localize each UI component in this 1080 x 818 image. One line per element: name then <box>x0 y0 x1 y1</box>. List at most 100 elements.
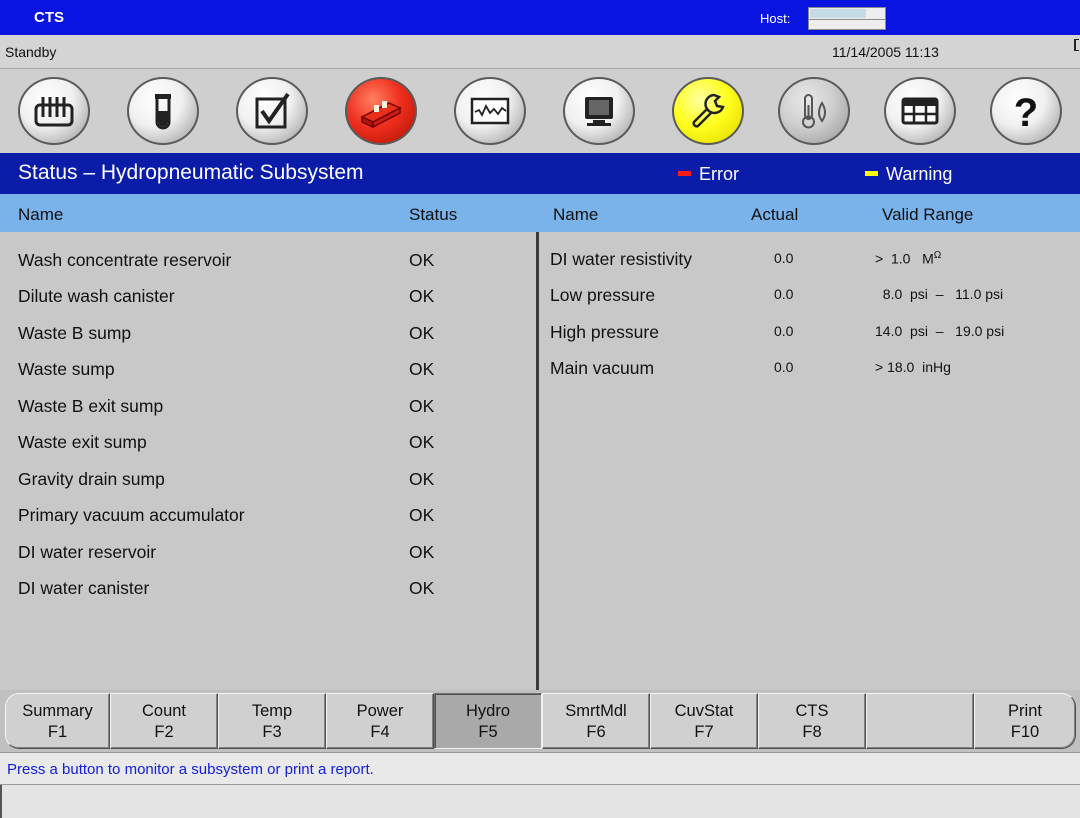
measurement-actual: 0.0 <box>774 286 794 302</box>
temp-f3-button[interactable]: Temp F3 <box>218 693 326 749</box>
component-status: OK <box>409 250 435 270</box>
fkey-label: Power <box>356 702 404 720</box>
power-f4-button[interactable]: Power F4 <box>326 693 434 749</box>
quality-control-button[interactable] <box>454 77 526 145</box>
message-area <box>0 785 1080 818</box>
hint-text: Press a button to monitor a subsystem or… <box>7 761 374 778</box>
fkey-key: F3 <box>262 723 282 741</box>
help-button[interactable]: ? <box>990 77 1062 145</box>
measurement-name: Main vacuum <box>550 358 655 378</box>
error-swatch <box>678 171 691 177</box>
list-item: Gravity drain sump OK <box>0 465 536 495</box>
col-name-right: Name <box>553 205 599 224</box>
status-line: Standby 11/14/2005 11:13 <box>0 35 1080 69</box>
measurement-range: 14.0 psi – 19.0 psi <box>875 323 1005 339</box>
hint-bar: Press a button to monitor a subsystem or… <box>0 752 1080 785</box>
measurement-list: DI water resistivity 0.0 > 1.0 MΩ Low pr… <box>539 232 1080 690</box>
fkey-label: Print <box>1008 702 1042 720</box>
edge-bracket <box>1074 39 1079 51</box>
fkey-label: SmrtMdl <box>565 702 627 720</box>
fkey-key: F2 <box>154 723 174 741</box>
smrtmdl-f6-button[interactable]: SmrtMdl F6 <box>542 693 650 749</box>
hydro-f5-button[interactable]: Hydro F5 <box>434 693 542 749</box>
system-mode: Standby <box>5 44 57 60</box>
component-status: OK <box>409 396 435 416</box>
app-title: CTS <box>34 9 64 26</box>
count-f2-button[interactable]: Count F2 <box>110 693 218 749</box>
legend-warning: Warning <box>865 164 952 185</box>
monitor-icon <box>585 97 613 126</box>
host-indicator-divider <box>809 19 885 20</box>
title-bar: CTS Host: <box>0 0 1080 35</box>
component-status: OK <box>409 542 435 562</box>
host-indicator <box>808 7 886 30</box>
setup-button[interactable] <box>884 77 956 145</box>
fkey-key: F10 <box>1010 723 1040 741</box>
column-headers: Name Status Name Actual Valid Range <box>0 194 1080 232</box>
component-name: Waste sump <box>18 359 115 379</box>
diagnostics-button[interactable] <box>672 77 744 145</box>
measurement-range: > 18.0 inHg <box>875 359 951 375</box>
component-name: DI water reservoir <box>18 542 157 562</box>
host-label: Host: <box>760 11 791 26</box>
display-button[interactable] <box>563 77 635 145</box>
list-item: Dilute wash canister OK <box>0 282 536 312</box>
measurement-actual: 0.0 <box>774 250 794 266</box>
legend-error: Error <box>678 164 739 185</box>
col-valid-range: Valid Range <box>882 205 974 224</box>
measurement-name: DI water resistivity <box>550 249 692 269</box>
sample-tube-button[interactable] <box>127 77 199 145</box>
list-item: DI water canister OK <box>0 574 536 604</box>
measurement-range: 8.0 psi – 11.0 psi <box>875 286 1004 302</box>
measurement-range: > 1.0 MΩ <box>875 250 941 267</box>
table-row: Main vacuum 0.0 > 18.0 inHg <box>539 353 1080 383</box>
fkey-key: F6 <box>586 723 606 741</box>
fkey-label: Hydro <box>465 702 510 720</box>
fkey-key: F5 <box>478 723 498 741</box>
table-row: Low pressure 0.0 8.0 psi – 11.0 psi <box>539 280 1080 310</box>
reagent-icon <box>360 101 402 129</box>
list-item: Waste sump OK <box>0 355 536 385</box>
blank-f9-button[interactable] <box>866 693 974 749</box>
help-icon: ? <box>1014 91 1038 131</box>
measurement-name: Low pressure <box>550 285 656 305</box>
list-item: DI water reservoir OK <box>0 538 536 568</box>
summary-f1-button[interactable]: Summary F1 <box>5 693 110 749</box>
component-status: OK <box>409 286 435 306</box>
main-toolbar: ? <box>0 69 1080 153</box>
temperature-icon <box>802 94 826 129</box>
fkey-label: Temp <box>251 702 293 720</box>
component-name: Primary vacuum accumulator <box>18 505 245 525</box>
component-name: Gravity drain sump <box>18 469 165 489</box>
fkey-key: F1 <box>47 723 68 741</box>
svg-text:?: ? <box>1014 91 1038 131</box>
measurement-actual: 0.0 <box>774 323 794 339</box>
rack-button[interactable] <box>18 77 90 145</box>
fkey-key: F4 <box>370 723 390 741</box>
component-status: OK <box>409 323 435 343</box>
fkey-label: Summary <box>22 702 93 720</box>
component-name: Waste exit sump <box>18 432 147 452</box>
legend-warning-label: Warning <box>886 164 953 184</box>
component-name: DI water canister <box>18 578 150 598</box>
component-status: OK <box>409 505 435 525</box>
print-f10-button[interactable]: Print F10 <box>974 693 1076 749</box>
chart-icon <box>470 97 510 125</box>
fkey-label: Count <box>141 702 187 720</box>
checklist-button[interactable] <box>236 77 308 145</box>
col-name-left: Name <box>18 205 64 224</box>
col-actual: Actual <box>751 205 799 224</box>
checklist-icon <box>255 92 290 129</box>
cts-f8-button[interactable]: CTS F8 <box>758 693 866 749</box>
component-status: OK <box>409 469 435 489</box>
temperature-button[interactable] <box>778 77 850 145</box>
list-item: Primary vacuum accumulator OK <box>0 501 536 531</box>
measurement-name: High pressure <box>550 322 659 342</box>
ohm-symbol: Ω <box>933 250 942 261</box>
reagent-button[interactable] <box>345 77 417 145</box>
cuvstat-f7-button[interactable]: CuvStat F7 <box>650 693 758 749</box>
component-status-list: Wash concentrate reservoir OK Dilute wash… <box>0 232 536 690</box>
page-header: Status – Hydropneumatic Subsystem Error … <box>0 153 1080 194</box>
component-name: Dilute wash canister <box>18 286 175 306</box>
list-item: Waste B exit sump OK <box>0 392 536 422</box>
